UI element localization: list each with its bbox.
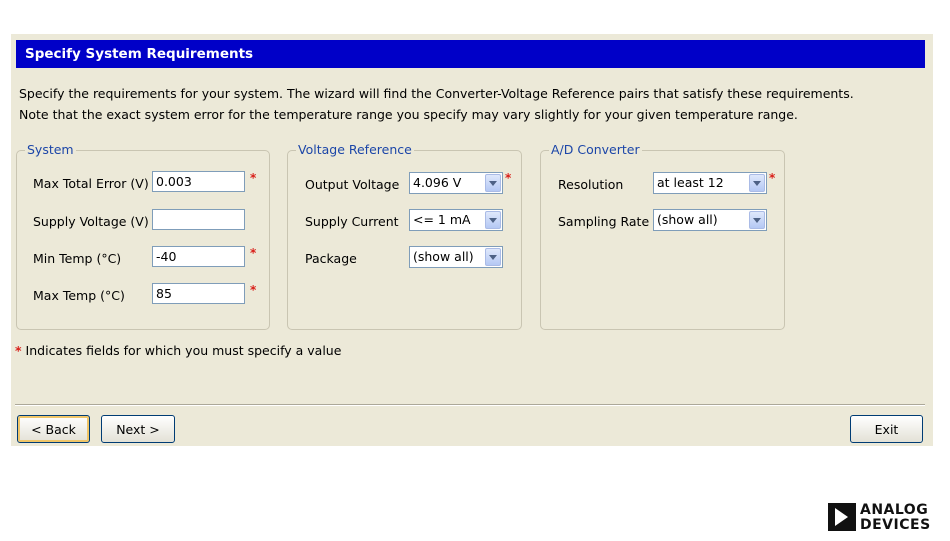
sampling-rate-value: (show all) [657, 212, 718, 227]
max-temp-label: Max Temp (°C) [33, 288, 125, 303]
analog-devices-logo: ANALOG DEVICES [828, 503, 944, 533]
ad-converter-group: A/D Converter Resolution at least 12 * S… [540, 142, 785, 330]
description-line-2: Note that the exact system error for the… [19, 107, 798, 122]
required-footnote: * Indicates fields for which you must spe… [15, 343, 341, 359]
analog-devices-triangle-icon [828, 503, 856, 531]
sampling-rate-select[interactable]: (show all) [653, 209, 767, 231]
voltage-reference-group: Voltage Reference Output Voltage 4.096 V… [287, 142, 522, 330]
logo-word-1: ANALOG [860, 502, 929, 518]
min-temp-required-marker: * [250, 246, 257, 260]
output-voltage-select[interactable]: 4.096 V [409, 172, 503, 194]
chevron-down-icon[interactable] [485, 248, 501, 266]
supply-current-value: <= 1 mA [413, 212, 471, 227]
system-legend: System [25, 142, 76, 158]
supply-current-select[interactable]: <= 1 mA [409, 209, 503, 231]
system-group: System Max Total Error (V) * Supply Volt… [16, 142, 270, 330]
wizard-title: Specify System Requirements [16, 40, 925, 68]
button-divider [15, 404, 925, 406]
max-total-error-required-marker: * [250, 171, 257, 185]
description-line-1: Specify the requirements for your system… [19, 86, 854, 101]
voltage-reference-legend: Voltage Reference [296, 142, 414, 158]
min-temp-input[interactable] [152, 246, 245, 267]
chevron-down-icon[interactable] [749, 211, 765, 229]
package-value: (show all) [413, 249, 474, 264]
ad-converter-legend: A/D Converter [549, 142, 642, 158]
supply-current-label: Supply Current [305, 214, 399, 229]
sampling-rate-label: Sampling Rate [558, 214, 650, 229]
supply-voltage-label: Supply Voltage (V) [33, 214, 149, 229]
footnote-required-marker: * [15, 343, 22, 358]
output-voltage-required-marker: * [505, 171, 512, 185]
wizard-description: Specify the requirements for your system… [19, 83, 919, 125]
output-voltage-label: Output Voltage [305, 177, 400, 192]
package-label: Package [305, 251, 357, 266]
package-select[interactable]: (show all) [409, 246, 503, 268]
logo-word-2: DEVICES [860, 517, 931, 533]
max-temp-required-marker: * [250, 283, 257, 297]
next-button[interactable]: Next > [101, 415, 175, 443]
chevron-down-icon[interactable] [749, 174, 765, 192]
resolution-required-marker: * [769, 171, 776, 185]
output-voltage-value: 4.096 V [413, 175, 462, 190]
max-total-error-label: Max Total Error (V) [33, 176, 149, 191]
wizard-panel: Specify System Requirements Specify the … [11, 34, 933, 446]
resolution-label: Resolution [558, 177, 624, 192]
exit-button[interactable]: Exit [850, 415, 923, 443]
back-button[interactable]: < Back [17, 415, 90, 443]
supply-voltage-input[interactable] [152, 209, 245, 230]
chevron-down-icon[interactable] [485, 211, 501, 229]
min-temp-label: Min Temp (°C) [33, 251, 122, 266]
chevron-down-icon[interactable] [485, 174, 501, 192]
max-temp-input[interactable] [152, 283, 245, 304]
max-total-error-input[interactable] [152, 171, 245, 192]
resolution-value: at least 12 [657, 175, 724, 190]
resolution-select[interactable]: at least 12 [653, 172, 767, 194]
footnote-text: Indicates fields for which you must spec… [25, 343, 342, 358]
